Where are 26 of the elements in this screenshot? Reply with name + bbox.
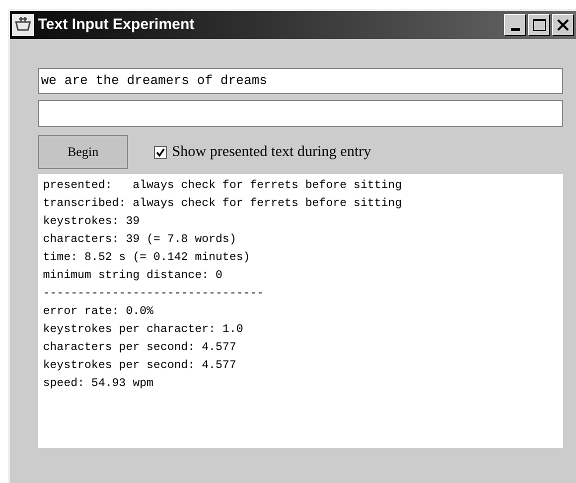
entry-text-field[interactable] xyxy=(38,100,563,127)
app-icon xyxy=(12,14,34,36)
maximize-icon xyxy=(532,19,546,31)
results-line: time: 8.52 s (= 0.142 minutes) xyxy=(43,250,252,266)
results-line: characters per second: 4.577 xyxy=(43,340,238,356)
minimize-button[interactable] xyxy=(504,14,526,36)
minimize-icon xyxy=(510,28,520,31)
results-line: error rate: 0.0% xyxy=(43,304,154,320)
window-title: Text Input Experiment xyxy=(38,14,194,35)
results-line: keystrokes: 39 xyxy=(43,214,141,230)
results-line: presented: always check for ferrets before sitting xyxy=(43,178,403,194)
results-line: speed: 54.93 wpm xyxy=(43,376,154,392)
begin-button[interactable]: Begin xyxy=(38,135,128,169)
close-icon xyxy=(557,19,569,31)
results-line: transcribed: always check for ferrets before sitting xyxy=(43,196,403,212)
results-line: minimum string distance: 0 xyxy=(43,268,224,284)
check-icon xyxy=(156,148,165,156)
checkbox-label: Show presented text during entry xyxy=(172,142,372,162)
results-line: keystrokes per character: 1.0 xyxy=(43,322,244,338)
presented-text-field[interactable]: we are the dreamers of dreams xyxy=(38,68,563,94)
checkbox[interactable] xyxy=(154,146,167,158)
results-line: -------------------------------- xyxy=(43,286,265,302)
maximize-button[interactable] xyxy=(528,14,550,36)
close-button[interactable] xyxy=(552,14,574,36)
results-line: keystrokes per second: 4.577 xyxy=(43,358,238,374)
results-line: characters: 39 (= 7.8 words) xyxy=(43,232,238,248)
